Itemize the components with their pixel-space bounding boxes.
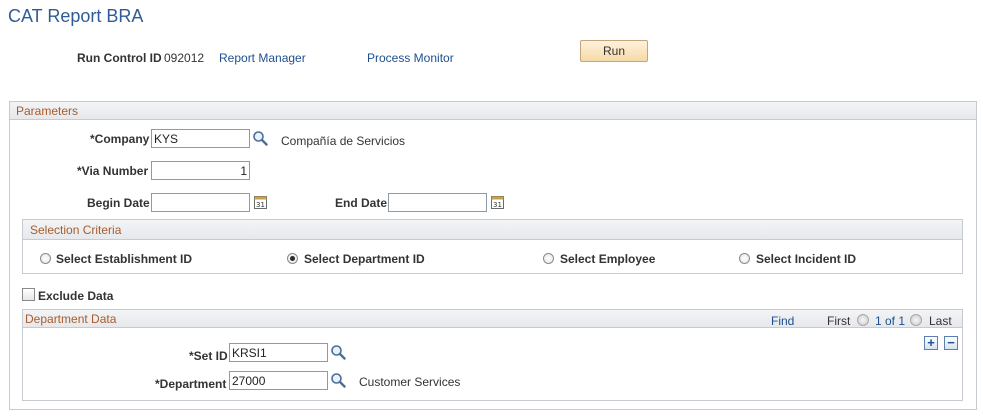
company-label: *Company <box>90 132 150 146</box>
parameters-header: Parameters <box>10 102 976 120</box>
run-control-value: 092012 <box>164 51 205 65</box>
department-data-title: Department Data <box>25 312 117 326</box>
employee-radio[interactable] <box>543 253 554 264</box>
department-data-header: Department Data <box>23 310 962 328</box>
run-button[interactable]: Run <box>580 40 648 62</box>
pager-text: 1 of 1 <box>875 314 906 328</box>
exclude-data-checkbox[interactable] <box>22 288 35 301</box>
establishment-id-label: Select Establishment ID <box>56 252 193 266</box>
exclude-data-label: Exclude Data <box>38 289 114 303</box>
delete-row-button[interactable]: − <box>944 336 958 350</box>
department-id-label: Select Department ID <box>304 252 425 266</box>
department-label: *Department <box>155 377 227 391</box>
find-link[interactable]: Find <box>771 314 794 328</box>
begin-date-field[interactable] <box>151 193 250 212</box>
via-number-label: *Via Number <box>77 164 149 178</box>
company-field[interactable] <box>151 129 250 148</box>
company-lookup-icon[interactable] <box>252 130 268 146</box>
incident-id-label: Select Incident ID <box>756 252 857 266</box>
page-title: CAT Report BRA <box>8 6 144 26</box>
department-description: Customer Services <box>359 375 461 389</box>
set-id-label: *Set ID <box>189 349 228 363</box>
previous-row-icon[interactable] <box>857 314 869 326</box>
svg-text:31: 31 <box>256 201 265 209</box>
parameters-title: Parameters <box>16 104 79 118</box>
add-row-button[interactable]: + <box>924 336 938 350</box>
run-control-label: Run Control ID <box>77 51 162 65</box>
last-label: Last <box>929 314 952 328</box>
department-field[interactable] <box>229 371 328 390</box>
department-id-radio[interactable] <box>287 253 298 264</box>
begin-date-calendar-icon[interactable]: 31 <box>253 194 269 210</box>
report-manager-link[interactable]: Report Manager <box>219 51 306 65</box>
establishment-id-radio[interactable] <box>40 253 51 264</box>
next-row-icon[interactable] <box>910 314 922 326</box>
first-label: First <box>827 314 851 328</box>
selection-criteria-header: Selection Criteria <box>23 220 962 240</box>
employee-label: Select Employee <box>560 252 656 266</box>
process-monitor-link[interactable]: Process Monitor <box>367 51 454 65</box>
set-id-field[interactable] <box>229 343 328 362</box>
via-number-field[interactable] <box>151 161 250 180</box>
selection-criteria-title: Selection Criteria <box>30 223 122 237</box>
end-date-label: End Date <box>335 196 388 210</box>
company-description: Compañía de Servicios <box>281 134 406 148</box>
begin-date-label: Begin Date <box>87 196 150 210</box>
department-lookup-icon[interactable] <box>330 372 346 388</box>
incident-id-radio[interactable] <box>739 253 750 264</box>
svg-text:31: 31 <box>493 201 502 209</box>
set-id-lookup-icon[interactable] <box>330 344 346 360</box>
end-date-calendar-icon[interactable]: 31 <box>490 194 506 210</box>
end-date-field[interactable] <box>388 193 487 212</box>
